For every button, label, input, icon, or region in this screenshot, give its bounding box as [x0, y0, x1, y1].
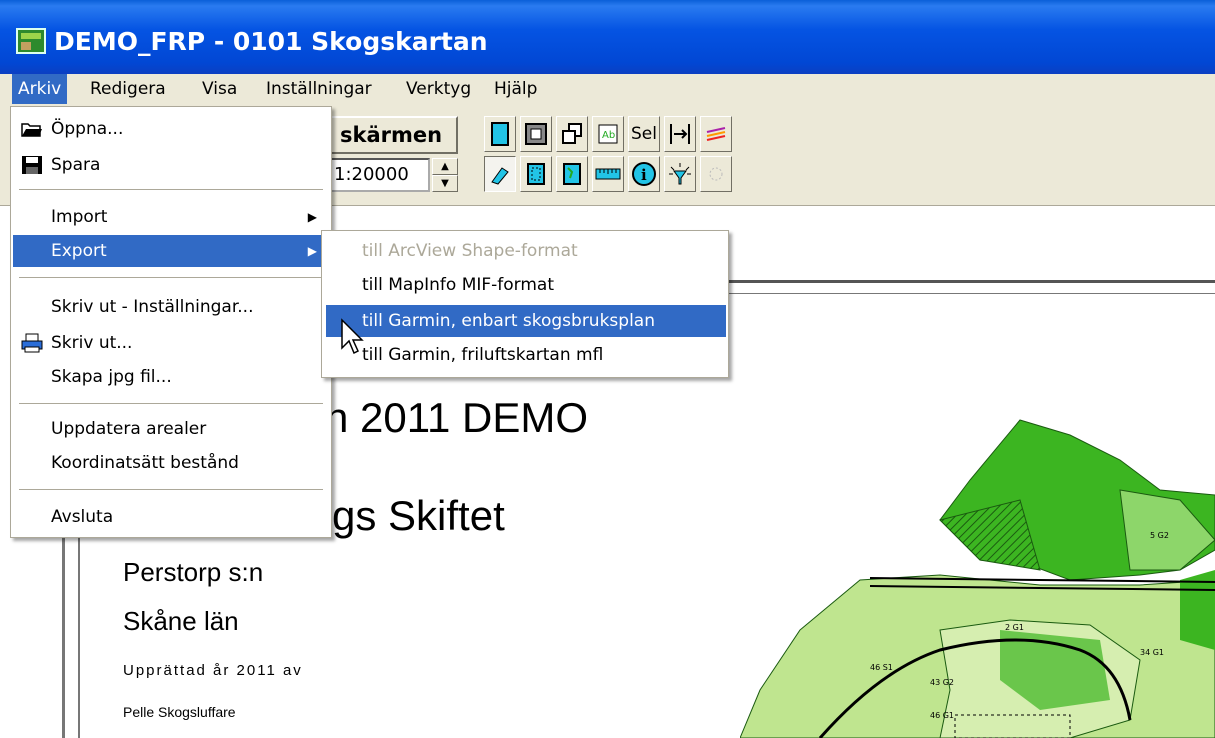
svg-text:5 G2: 5 G2	[1150, 531, 1169, 540]
color-palette-icon[interactable]	[700, 116, 732, 152]
text-tool-icon[interactable]: Ab	[592, 116, 624, 152]
ruler-icon[interactable]	[592, 156, 624, 192]
submenu-arrow-icon: ▶	[307, 210, 317, 224]
layers-icon[interactable]	[556, 116, 588, 152]
menu-hjalp[interactable]: Hjälp	[488, 74, 543, 104]
menu-item-label: Uppdatera arealer	[51, 419, 207, 439]
menu-item-skapa-jpg[interactable]: Skapa jpg fil...	[13, 361, 329, 393]
menu-item-export[interactable]: Export ▶	[13, 235, 329, 267]
window-title: DEMO_FRP - 0101 Skogskartan	[54, 27, 488, 56]
menu-item-avsluta[interactable]: Avsluta	[13, 501, 329, 533]
menu-item-label: Export	[51, 241, 107, 261]
export-mapinfo[interactable]: till MapInfo MIF-format	[326, 269, 726, 301]
menu-bar: Arkiv Redigera Visa Inställningar Verkty…	[0, 74, 1215, 106]
menu-item-skriv-ut-installningar[interactable]: Skriv ut - Inställningar...	[13, 291, 329, 323]
fit-width-icon[interactable]	[664, 116, 696, 152]
select-label: Sel	[631, 124, 657, 144]
export-garmin-friluftskartan[interactable]: till Garmin, friluftskartan mfl	[326, 339, 726, 371]
map-heading-year: n 2011 DEMO	[325, 394, 589, 441]
scale-spinner[interactable]: ▲ ▼	[432, 158, 458, 192]
menu-redigera[interactable]: Redigera	[84, 74, 172, 104]
menu-item-skriv-ut[interactable]: Skriv ut...	[13, 327, 329, 359]
export-arcview[interactable]: till ArcView Shape-format	[326, 235, 726, 267]
app-map-icon	[16, 28, 46, 54]
mouse-pointer-icon	[341, 318, 364, 355]
disabled-tool-icon[interactable]	[700, 156, 732, 192]
svg-text:i: i	[641, 166, 647, 184]
open-folder-icon	[21, 123, 42, 137]
select-button[interactable]: Sel	[628, 116, 660, 152]
svg-text:43 G2: 43 G2	[930, 678, 954, 687]
map-heading-estate: gs Skiftet	[332, 492, 505, 539]
menu-item-spara[interactable]: Spara	[13, 149, 329, 181]
frame-icon[interactable]	[520, 116, 552, 152]
submenu-arrow-icon: ▶	[307, 244, 317, 258]
menu-verktyg[interactable]: Verktyg	[400, 74, 477, 104]
forest-map-drawing: 2 G1 46 S1 43 G2 46 G1 34 G1 5 G2	[740, 419, 1215, 738]
page-dotted-icon[interactable]	[520, 156, 552, 192]
menu-separator	[19, 277, 323, 278]
menu-visa[interactable]: Visa	[196, 74, 243, 104]
menu-item-import[interactable]: Import ▶	[13, 201, 329, 233]
info-icon[interactable]: i	[628, 156, 660, 192]
menu-installningar[interactable]: Inställningar	[260, 74, 378, 104]
map-sheet-icon[interactable]	[556, 156, 588, 192]
draw-tool-icon[interactable]	[484, 156, 516, 192]
filter-light-icon[interactable]	[664, 156, 696, 192]
printer-icon	[21, 333, 43, 353]
screen-button[interactable]: skärmen	[330, 116, 458, 154]
export-garmin-skogsbruksplan[interactable]: till Garmin, enbart skogsbruksplan	[326, 305, 726, 337]
svg-text:34 G1: 34 G1	[1140, 648, 1164, 657]
spin-up-icon[interactable]: ▲	[432, 158, 458, 175]
menu-item-uppdatera-arealer[interactable]: Uppdatera arealer	[13, 413, 329, 445]
export-submenu: till ArcView Shape-format till MapInfo M…	[321, 230, 729, 378]
svg-text:46 G1: 46 G1	[930, 711, 954, 720]
menu-item-label: Spara	[51, 155, 101, 175]
svg-text:Ab: Ab	[602, 130, 615, 141]
menu-item-label: Avsluta	[51, 507, 114, 527]
menu-item-label: Skriv ut...	[51, 333, 133, 353]
arkiv-menu: Öppna... Spara Import ▶ Export ▶ Skriv u…	[10, 106, 332, 538]
menu-item-koordinatsatt[interactable]: Koordinatsätt bestånd	[13, 447, 329, 479]
menu-separator	[19, 489, 323, 490]
save-disk-icon	[22, 156, 42, 174]
menu-item-label: Öppna...	[51, 119, 124, 139]
menu-item-label: Skriv ut - Inställningar...	[51, 297, 254, 317]
menu-arkiv[interactable]: Arkiv	[12, 74, 68, 104]
page-icon[interactable]	[484, 116, 516, 152]
menu-separator	[19, 403, 323, 404]
scale-input[interactable]: 1:20000	[330, 158, 430, 192]
title-bar: DEMO_FRP - 0101 Skogskartan	[0, 0, 1215, 74]
menu-item-label: Skapa jpg fil...	[51, 367, 172, 387]
map-prepared-by: Upprättad år 2011 av	[123, 662, 303, 679]
svg-text:2 G1: 2 G1	[1005, 623, 1024, 632]
spin-down-icon[interactable]: ▼	[432, 175, 458, 192]
map-county: Skåne län	[123, 606, 239, 636]
map-author: Pelle Skogsluffare	[123, 704, 236, 720]
svg-text:46 S1: 46 S1	[870, 663, 893, 672]
map-parish: Perstorp s:n	[123, 557, 264, 587]
menu-item-label: Import	[51, 207, 108, 227]
menu-item-label: Koordinatsätt bestånd	[51, 453, 239, 473]
menu-separator	[19, 189, 323, 190]
menu-item-oppna[interactable]: Öppna...	[13, 113, 329, 145]
